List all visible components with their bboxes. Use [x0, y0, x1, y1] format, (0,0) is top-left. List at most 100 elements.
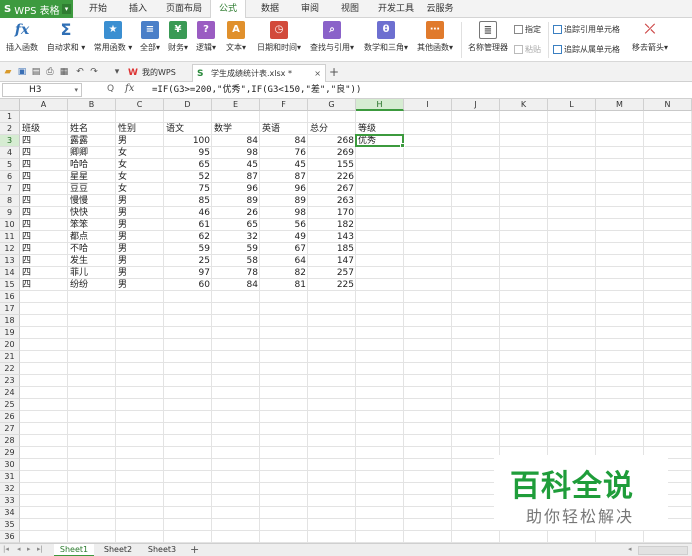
all-functions-button[interactable]: ≡ 全部▾: [138, 21, 162, 53]
table-cell[interactable]: 笨笨: [68, 219, 116, 231]
table-cell[interactable]: 四: [20, 255, 68, 267]
table-cell[interactable]: 男: [116, 219, 164, 231]
tab-developer[interactable]: 开发工具: [374, 0, 418, 18]
formula-input[interactable]: =IF(G3>=200,"优秀",IF(G3<150,"差","良")): [152, 83, 690, 97]
row-header-3[interactable]: 3: [0, 135, 20, 147]
fx-icon[interactable]: fx: [125, 83, 134, 94]
row-header-5[interactable]: 5: [0, 159, 20, 171]
table-cell[interactable]: 100: [164, 135, 212, 147]
redo-icon[interactable]: ↷: [89, 67, 99, 77]
row-header-20[interactable]: 20: [0, 339, 20, 351]
row-header-17[interactable]: 17: [0, 303, 20, 315]
sheet-tab-sheet1[interactable]: Sheet1: [54, 544, 94, 556]
column-header-h[interactable]: H: [356, 99, 404, 111]
last-sheet-icon[interactable]: ▸|: [37, 545, 43, 553]
row-header-28[interactable]: 28: [0, 435, 20, 447]
table-cell[interactable]: 61: [164, 219, 212, 231]
table-cell[interactable]: 45: [212, 159, 260, 171]
table-cell[interactable]: 女: [116, 159, 164, 171]
header-cell[interactable]: 班级: [20, 123, 68, 135]
active-cell-selection[interactable]: [355, 134, 405, 148]
table-cell[interactable]: [356, 207, 404, 219]
table-cell[interactable]: 65: [212, 219, 260, 231]
row-header-18[interactable]: 18: [0, 315, 20, 327]
table-cell[interactable]: 82: [260, 267, 308, 279]
autosum-button[interactable]: Σ 自动求和 ▾: [46, 21, 86, 53]
table-cell[interactable]: 268: [308, 135, 356, 147]
table-cell[interactable]: 发生: [68, 255, 116, 267]
table-cell[interactable]: 32: [212, 231, 260, 243]
doc-tab-my-wps[interactable]: W 我的WPS: [124, 64, 192, 82]
table-cell[interactable]: 49: [260, 231, 308, 243]
close-icon[interactable]: ×: [314, 65, 321, 82]
table-cell[interactable]: 95: [164, 147, 212, 159]
row-header-33[interactable]: 33: [0, 495, 20, 507]
table-cell[interactable]: 59: [164, 243, 212, 255]
table-cell[interactable]: 女: [116, 183, 164, 195]
row-header-8[interactable]: 8: [0, 195, 20, 207]
row-header-27[interactable]: 27: [0, 423, 20, 435]
table-cell[interactable]: 225: [308, 279, 356, 291]
table-cell[interactable]: 男: [116, 195, 164, 207]
row-header-35[interactable]: 35: [0, 519, 20, 531]
table-cell[interactable]: 男: [116, 231, 164, 243]
chevron-down-icon[interactable]: ▾: [74, 84, 78, 96]
table-cell[interactable]: 76: [260, 147, 308, 159]
table-cell[interactable]: 170: [308, 207, 356, 219]
row-header-25[interactable]: 25: [0, 399, 20, 411]
table-cell[interactable]: 78: [212, 267, 260, 279]
tab-home[interactable]: 开始: [82, 0, 114, 18]
row-header-30[interactable]: 30: [0, 459, 20, 471]
row-header-4[interactable]: 4: [0, 147, 20, 159]
table-cell[interactable]: 26: [212, 207, 260, 219]
print-preview-icon[interactable]: ▦: [59, 67, 69, 77]
tab-formulas[interactable]: 公式: [210, 0, 246, 19]
table-cell[interactable]: 182: [308, 219, 356, 231]
tab-page-layout[interactable]: 页面布局: [162, 0, 206, 18]
header-cell[interactable]: 语文: [164, 123, 212, 135]
first-sheet-icon[interactable]: |◂: [3, 545, 9, 553]
other-functions-button[interactable]: ⋯ 其他函数▾: [414, 21, 456, 53]
row-header-7[interactable]: 7: [0, 183, 20, 195]
new-tab-icon[interactable]: +: [329, 66, 339, 78]
horizontal-scrollbar[interactable]: [638, 546, 688, 555]
table-cell[interactable]: 87: [260, 171, 308, 183]
tab-insert[interactable]: 插入: [122, 0, 154, 18]
table-cell[interactable]: 67: [260, 243, 308, 255]
header-cell[interactable]: 姓名: [68, 123, 116, 135]
table-cell[interactable]: 纷纷: [68, 279, 116, 291]
table-cell[interactable]: 都点: [68, 231, 116, 243]
trace-precedents-button[interactable]: 追踪引用单元格: [553, 24, 620, 35]
table-cell[interactable]: 62: [164, 231, 212, 243]
datetime-functions-button[interactable]: ◷ 日期和时间▾: [254, 21, 304, 53]
table-cell[interactable]: 267: [308, 183, 356, 195]
sheet-tab-sheet3[interactable]: Sheet3: [142, 544, 182, 556]
table-cell[interactable]: 男: [116, 279, 164, 291]
table-cell[interactable]: 慢慢: [68, 195, 116, 207]
table-cell[interactable]: 185: [308, 243, 356, 255]
column-header-b[interactable]: B: [68, 99, 116, 111]
row-header-21[interactable]: 21: [0, 351, 20, 363]
table-cell[interactable]: 64: [260, 255, 308, 267]
scroll-left-icon[interactable]: ◂: [628, 545, 632, 553]
header-cell[interactable]: 数学: [212, 123, 260, 135]
row-header-19[interactable]: 19: [0, 327, 20, 339]
fill-handle[interactable]: [400, 143, 405, 148]
column-header-i[interactable]: I: [404, 99, 452, 111]
row-header-12[interactable]: 12: [0, 243, 20, 255]
table-cell[interactable]: 卿卿: [68, 147, 116, 159]
remove-arrows-button[interactable]: ⤫ 移去箭头▾: [630, 21, 670, 53]
table-cell[interactable]: 四: [20, 159, 68, 171]
row-header-26[interactable]: 26: [0, 411, 20, 423]
table-cell[interactable]: 四: [20, 171, 68, 183]
table-cell[interactable]: [356, 195, 404, 207]
name-box[interactable]: H3 ▾: [2, 83, 82, 97]
save-icon[interactable]: ▣: [17, 67, 27, 77]
zoom-icon[interactable]: Q: [107, 84, 114, 94]
table-cell[interactable]: 257: [308, 267, 356, 279]
row-header-2[interactable]: 2: [0, 123, 20, 135]
table-cell[interactable]: [356, 255, 404, 267]
column-header-l[interactable]: L: [548, 99, 596, 111]
row-header-32[interactable]: 32: [0, 483, 20, 495]
prev-sheet-icon[interactable]: ◂: [17, 545, 21, 553]
